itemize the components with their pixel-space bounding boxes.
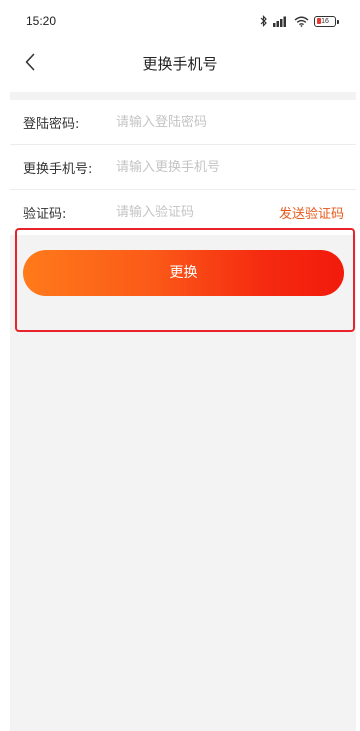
change-button[interactable]: 更换 bbox=[23, 250, 344, 296]
main-content: 登陆密码: 更换手机号: 验证码: 发送验证码 bbox=[10, 92, 356, 731]
change-phone-form: 登陆密码: 更换手机号: 验证码: 发送验证码 bbox=[10, 100, 356, 235]
status-time: 15:20 bbox=[26, 14, 57, 28]
wifi-icon bbox=[294, 16, 309, 27]
code-label: 验证码: bbox=[23, 207, 67, 222]
password-label: 登陆密码: bbox=[23, 116, 80, 132]
battery-icon: 16 bbox=[314, 15, 339, 27]
new-phone-label: 更换手机号: bbox=[23, 161, 93, 177]
code-input[interactable] bbox=[116, 205, 279, 220]
new-phone-row: 更换手机号: bbox=[10, 145, 356, 190]
new-phone-input[interactable] bbox=[116, 159, 344, 175]
bluetooth-icon bbox=[260, 15, 268, 27]
nav-bar: 更换手机号 bbox=[0, 42, 360, 86]
password-input[interactable] bbox=[116, 114, 344, 130]
status-bar: 15:20 16 bbox=[0, 0, 360, 42]
send-code-button[interactable]: 发送验证码 bbox=[279, 203, 344, 222]
signal-icon bbox=[273, 16, 289, 27]
battery-level: 16 bbox=[321, 17, 329, 25]
password-row: 登陆密码: bbox=[10, 100, 356, 145]
page-title: 更换手机号 bbox=[142, 55, 218, 73]
status-icons: 16 bbox=[260, 15, 339, 27]
